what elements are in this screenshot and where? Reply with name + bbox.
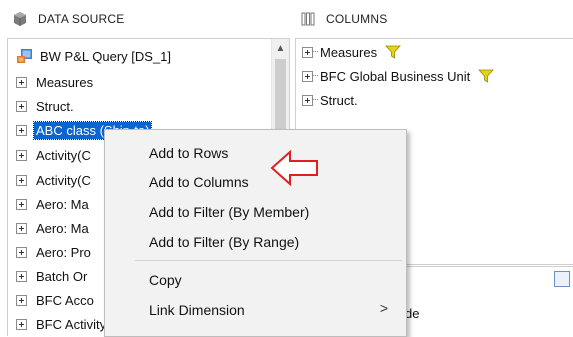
menu-item-link-dimension[interactable]: Link Dimension [149, 298, 245, 322]
annotation-arrow-icon [270, 149, 318, 187]
tree-item-label: Aero: Pro [36, 244, 91, 260]
column-item-label: Struct. [320, 92, 358, 108]
tree-item-measures[interactable]: Measures [16, 71, 93, 93]
tree-root-label: BW P&L Query [DS_1] [40, 48, 172, 64]
query-icon [17, 49, 32, 63]
tree-item-label: Aero: Ma [36, 220, 89, 236]
expand-icon[interactable] [302, 46, 313, 58]
cube-icon [14, 12, 26, 26]
column-item-label: Measures [320, 44, 378, 60]
expand-icon[interactable] [16, 246, 27, 258]
tree-item[interactable]: Aero: Ma [16, 217, 89, 239]
menu-item-label: Add to Rows [149, 145, 229, 161]
partial-item-label: de [405, 306, 420, 321]
expand-icon[interactable] [16, 318, 27, 330]
tree-item-label: Batch Or [36, 268, 88, 284]
context-menu[interactable]: Add to Rows Add to Columns Add to Filter… [104, 129, 407, 337]
tree-item[interactable]: BFC Acco [16, 289, 94, 311]
menu-item-add-to-columns[interactable]: Add to Columns [149, 170, 249, 194]
menu-item-label: Copy [149, 272, 182, 288]
tree-item-label: BFC Acco [36, 292, 94, 308]
tree-connector [313, 99, 318, 101]
column-item-bfc-global-business-unit[interactable]: BFC Global Business Unit [302, 65, 495, 87]
filter-icon[interactable] [478, 69, 495, 83]
tree-connector [313, 51, 318, 53]
tree-item-label: Measures [36, 74, 94, 90]
tree-root[interactable]: BW P&L Query [DS_1] [16, 45, 171, 67]
tree-item[interactable]: Activity(C [16, 144, 91, 166]
menu-item-add-to-filter-by-range[interactable]: Add to Filter (By Range) [149, 230, 299, 254]
menu-item-add-to-filter-by-member[interactable]: Add to Filter (By Member) [149, 200, 309, 224]
swap-axes-icon[interactable] [554, 271, 570, 287]
submenu-arrow-icon: > [379, 300, 388, 316]
tree-item-label: Aero: Ma [36, 196, 89, 212]
expand-icon[interactable] [16, 76, 27, 88]
menu-item-label: Add to Columns [149, 174, 249, 190]
tree-connector [313, 75, 318, 77]
tree-item-struct[interactable]: Struct. [16, 95, 74, 117]
expand-icon[interactable] [16, 270, 27, 282]
menu-item-label: Link Dimension [149, 302, 245, 318]
tree-item[interactable]: Aero: Ma [16, 193, 89, 215]
expand-icon[interactable] [16, 174, 27, 186]
filter-icon[interactable] [385, 45, 401, 59]
columns-header: COLUMNS [300, 8, 387, 30]
columns-icon [301, 12, 315, 26]
tree-item-label: Activity(C [36, 172, 91, 188]
tree-item-label: Activity(C [36, 147, 91, 163]
expand-icon[interactable] [16, 198, 27, 210]
data-source-header: DATA SOURCE [12, 8, 124, 30]
expand-icon[interactable] [16, 222, 27, 234]
column-item-measures[interactable]: Measures [302, 41, 401, 63]
menu-separator [135, 260, 402, 261]
expand-icon[interactable] [16, 294, 27, 306]
column-item-struct[interactable]: Struct. [302, 89, 358, 111]
menu-item-copy[interactable]: Copy [149, 268, 182, 292]
expand-icon[interactable] [302, 70, 313, 82]
column-item-label: BFC Global Business Unit [320, 68, 471, 84]
scroll-up-icon[interactable]: ▲ [272, 43, 289, 55]
tree-item[interactable]: Activity(C [16, 169, 91, 191]
expand-icon[interactable] [16, 100, 27, 112]
tree-item-label: Struct. [36, 98, 74, 114]
menu-item-label: Add to Filter (By Range) [149, 234, 300, 250]
columns-title: COLUMNS [326, 12, 388, 26]
expand-icon[interactable] [302, 94, 313, 106]
expand-icon[interactable] [16, 149, 27, 161]
expand-icon[interactable] [16, 124, 27, 136]
menu-item-add-to-rows[interactable]: Add to Rows [149, 141, 228, 165]
tree-item[interactable]: Batch Or [16, 265, 87, 287]
tree-item[interactable]: Aero: Pro [16, 241, 91, 263]
tree-item-label: BFC Activity [36, 316, 107, 332]
menu-item-label: Add to Filter (By Member) [149, 204, 310, 220]
tree-item[interactable]: BFC Activity [16, 313, 106, 335]
data-source-title: DATA SOURCE [38, 12, 125, 26]
